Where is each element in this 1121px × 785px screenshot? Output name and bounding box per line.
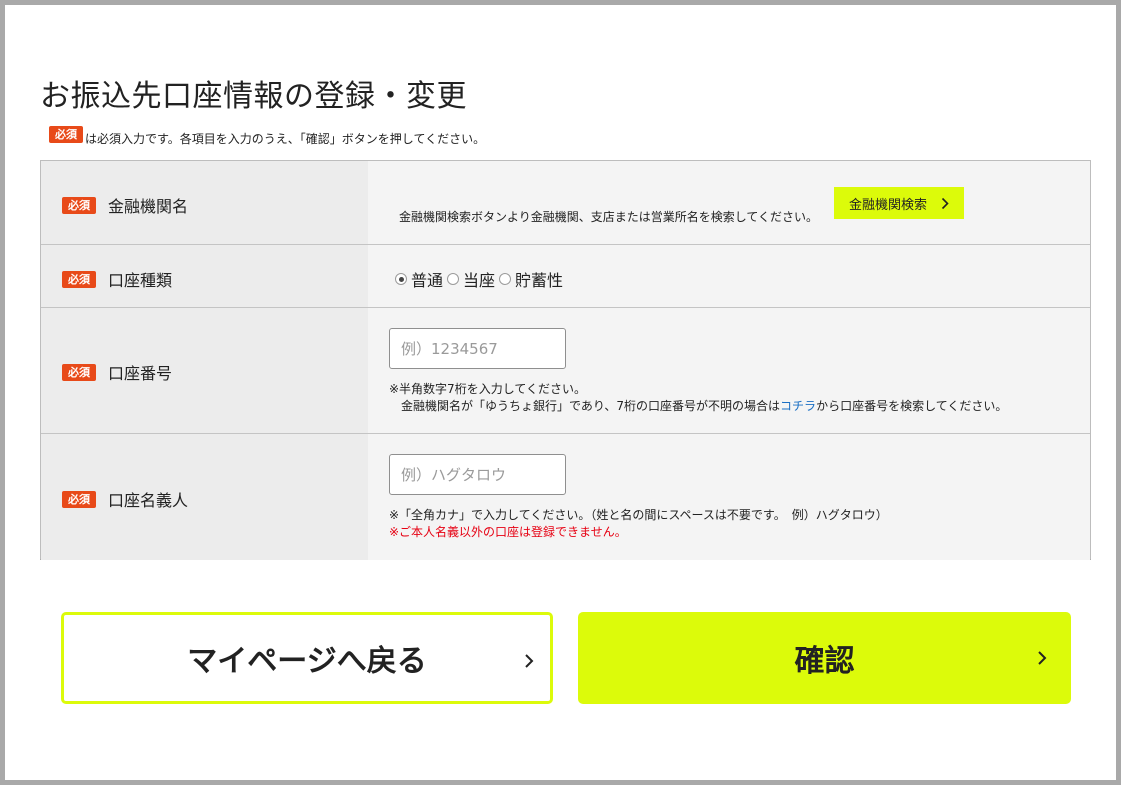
required-note-text: は必須入力です。各項目を入力のうえ、「確認」ボタンを押してください。 [85, 132, 486, 146]
yucho-help-before: 金融機関名が「ゆうちょ銀行」であり、7桁の口座番号が不明の場合は [401, 399, 781, 413]
required-badge: 必須 [49, 126, 83, 143]
bank-search-label: 金融機関検索 [848, 197, 927, 213]
chevron-right-icon [1038, 651, 1047, 665]
account-type-label: 必須 口座種類 [62, 267, 172, 291]
account-number-search-link[interactable]: コチラ [780, 399, 816, 413]
form-row-account-holder: 必須 口座名義人 ※「全角カナ」で入力してください。（姓と名の間にスペースは不要… [41, 434, 1090, 560]
chevron-right-icon [941, 197, 949, 209]
account-holder-warning: ※ご本人名義以外の口座は登録できません。 [389, 525, 627, 539]
bank-label-cell: 必須 金融機関名 [41, 161, 368, 244]
required-badge: 必須 [62, 196, 96, 214]
account-number-value-cell: ※半角数字7桁を入力してください。 金融機関名が「ゆうちょ銀行」であり、7桁の口… [368, 308, 1090, 433]
account-type-label-cell: 必須 口座種類 [41, 245, 368, 307]
account-type-value-cell: 普通 当座 貯蓄性 [368, 245, 1090, 307]
required-badge: 必須 [62, 490, 96, 508]
account-type-radio-group: 普通 当座 貯蓄性 [395, 267, 567, 291]
radio-label-chochiku: 貯蓄性 [515, 271, 564, 290]
radio-futsu[interactable]: 普通 [395, 267, 443, 291]
radio-label-futsu: 普通 [411, 271, 444, 290]
chevron-right-icon [525, 654, 534, 668]
radio-touza[interactable]: 当座 [447, 267, 495, 291]
form-row-account-type: 必須 口座種類 普通 当座 貯蓄性 [41, 245, 1090, 308]
back-button-label: マイページへ戻る [187, 644, 427, 679]
confirm-button[interactable]: 確認 [578, 612, 1071, 704]
account-holder-input[interactable] [389, 454, 566, 495]
bank-help-text: 金融機関検索ボタンより金融機関、支店または営業所名を検索してください。 [399, 210, 819, 224]
radio-button[interactable] [499, 273, 512, 285]
account-type-label-text: 口座種類 [108, 271, 173, 290]
back-to-mypage-button[interactable]: マイページへ戻る [61, 612, 553, 704]
radio-button[interactable] [447, 273, 460, 285]
account-holder-label: 必須 口座名義人 [62, 487, 188, 511]
account-number-label: 必須 口座番号 [62, 360, 172, 384]
account-holder-label-text: 口座名義人 [108, 491, 189, 510]
form-row-bank: 必須 金融機関名 金融機関検索ボタンより金融機関、支店または営業所名を検索してく… [41, 161, 1090, 245]
radio-label-touza: 当座 [463, 271, 496, 290]
form-row-account-number: 必須 口座番号 ※半角数字7桁を入力してください。 金融機関名が「ゆうちょ銀行」… [41, 308, 1090, 434]
bank-label: 必須 金融機関名 [62, 193, 188, 217]
account-number-input[interactable] [389, 328, 566, 369]
account-holder-label-cell: 必須 口座名義人 [41, 434, 368, 560]
account-holder-help: ※「全角カナ」で入力してください。（姓と名の間にスペースは不要です。 例）ハグタ… [389, 508, 888, 522]
required-badge: 必須 [62, 363, 96, 381]
bank-label-text: 金融機関名 [108, 197, 189, 216]
bank-search-button[interactable]: 金融機関検索 [834, 187, 964, 219]
confirm-button-label: 確認 [794, 644, 855, 679]
page-title: お振込先口座情報の登録・変更 [40, 79, 467, 114]
account-number-label-text: 口座番号 [108, 364, 173, 383]
page-frame: お振込先口座情報の登録・変更 必須 は必須入力です。各項目を入力のうえ、「確認」… [0, 0, 1121, 785]
radio-button-checked[interactable] [395, 273, 407, 285]
account-number-label-cell: 必須 口座番号 [41, 308, 368, 433]
account-number-yucho-help: 金融機関名が「ゆうちょ銀行」であり、7桁の口座番号が不明の場合はコチラから口座番… [401, 397, 1007, 414]
account-number-help: ※半角数字7桁を入力してください。 [389, 382, 586, 396]
account-holder-value-cell: ※「全角カナ」で入力してください。（姓と名の間にスペースは不要です。 例）ハグタ… [368, 434, 1090, 560]
radio-chochiku[interactable]: 貯蓄性 [499, 267, 563, 291]
required-badge: 必須 [62, 270, 96, 288]
account-form: 必須 金融機関名 金融機関検索ボタンより金融機関、支店または営業所名を検索してく… [40, 160, 1091, 560]
bank-value-cell: 金融機関検索ボタンより金融機関、支店または営業所名を検索してください。 金融機関… [368, 161, 1090, 244]
required-note: 必須 は必須入力です。各項目を入力のうえ、「確認」ボタンを押してください。 [49, 126, 486, 146]
yucho-help-after: から口座番号を検索してください。 [816, 399, 1008, 413]
